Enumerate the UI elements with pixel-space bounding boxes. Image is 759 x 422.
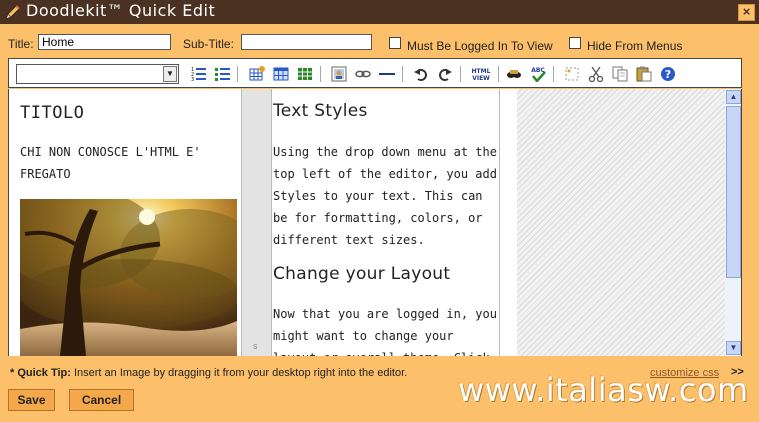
svg-text:3: 3	[191, 77, 194, 82]
table-properties-icon[interactable]	[273, 66, 289, 82]
change-layout-heading: Change your Layout	[273, 264, 451, 284]
editor-left-column: TITOLO CHI NON CONOSCE L'HTML E' FREGATO	[19, 89, 241, 356]
cancel-button[interactable]: Cancel	[69, 389, 134, 411]
hide-menus-label: Hide From Menus	[587, 39, 683, 53]
vertical-scrollbar[interactable]: ▲ ▼	[725, 89, 741, 356]
select-all-icon[interactable]	[564, 66, 580, 82]
scroll-down-icon[interactable]: ▼	[726, 341, 741, 355]
svg-text:HTML: HTML	[472, 68, 491, 75]
must-login-label: Must Be Logged In To View	[407, 39, 553, 53]
close-icon: ×	[742, 4, 751, 19]
hide-menus-checkbox[interactable]	[569, 37, 581, 49]
close-button[interactable]: ×	[738, 4, 755, 21]
redo-icon[interactable]	[437, 66, 453, 82]
scroll-up-icon[interactable]: ▲	[726, 90, 741, 104]
text-styles-heading: Text Styles	[273, 101, 368, 121]
numbered-list-icon[interactable]: 123	[191, 66, 207, 82]
change-layout-paragraph: Now that you are logged in, you might wa…	[273, 307, 497, 356]
help-icon[interactable]: ?	[660, 66, 676, 82]
spellcheck-icon[interactable]: ABC	[530, 66, 546, 82]
copy-icon[interactable]	[612, 66, 628, 82]
chevron-down-icon: ▼	[163, 66, 177, 82]
editor-toolbar: ▼ 123 HTML VIEW ABC ?	[8, 58, 742, 88]
html-view-icon[interactable]: HTML VIEW	[470, 66, 492, 82]
editor-area[interactable]: TITOLO CHI NON CONOSCE L'HTML E' FREGATO	[8, 89, 742, 356]
text-styles-paragraph: Using the drop down menu at the top left…	[273, 145, 497, 247]
toolbar-separator	[320, 66, 321, 82]
save-button[interactable]: Save	[8, 389, 55, 411]
column-divider[interactable]: s	[241, 89, 272, 356]
svg-text:VIEW: VIEW	[472, 75, 490, 82]
scroll-thumb[interactable]	[726, 106, 741, 278]
styles-dropdown[interactable]: ▼	[16, 64, 179, 84]
toolbar-separator	[498, 66, 499, 82]
insert-table-icon[interactable]	[249, 66, 265, 82]
horizontal-rule-icon[interactable]	[379, 66, 395, 82]
title-label: Title:	[8, 37, 34, 51]
toolbar-separator	[553, 66, 554, 82]
title-input[interactable]	[38, 34, 171, 50]
column-border	[499, 89, 500, 356]
window-title: Doodlekit™ Quick Edit	[26, 1, 216, 20]
svg-text:?: ?	[665, 68, 671, 81]
insert-image-icon[interactable]	[331, 66, 347, 82]
left-paragraph: CHI NON CONOSCE L'HTML E' FREGATO	[20, 145, 201, 181]
pencil-icon	[4, 3, 22, 21]
watermark: www.italiasw.com	[458, 371, 749, 409]
resize-handle: s	[253, 341, 258, 351]
undo-icon[interactable]	[413, 66, 429, 82]
left-heading: TITOLO	[20, 103, 85, 123]
cut-icon[interactable]	[588, 66, 604, 82]
hatched-panel	[517, 89, 725, 356]
must-login-checkbox[interactable]	[389, 37, 401, 49]
quick-tip: * Quick Tip: Insert an Image by dragging…	[10, 367, 407, 379]
paste-icon[interactable]	[636, 66, 652, 82]
quick-tip-prefix: * Quick Tip:	[10, 367, 71, 379]
toolbar-separator	[402, 66, 403, 82]
table-columns-icon[interactable]	[297, 66, 313, 82]
title-bar: Doodlekit™ Quick Edit ×	[0, 0, 759, 24]
toolbar-separator	[460, 66, 461, 82]
subtitle-label: Sub-Title:	[183, 37, 234, 51]
editor-middle-column: Text Styles Using the drop down menu at …	[273, 89, 498, 356]
toolbar-separator	[237, 66, 238, 82]
find-icon[interactable]	[506, 66, 522, 82]
subtitle-input[interactable]	[241, 34, 372, 50]
bulleted-list-icon[interactable]	[215, 66, 231, 82]
insert-link-icon[interactable]	[355, 66, 371, 82]
tree-sunset-image[interactable]	[20, 199, 237, 356]
quick-tip-text: Insert an Image by dragging it from your…	[70, 367, 408, 379]
